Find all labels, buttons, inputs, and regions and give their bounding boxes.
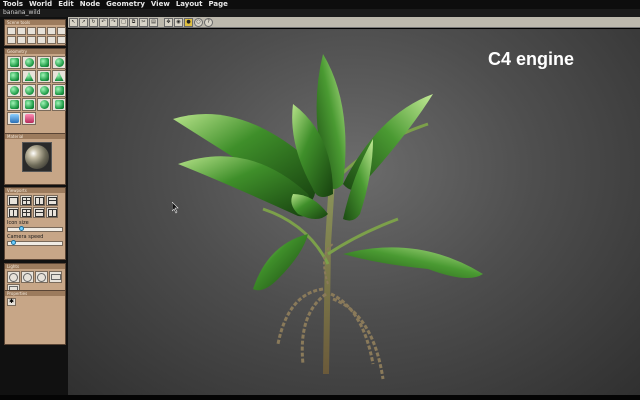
scale-tool-icon[interactable]: [37, 27, 46, 35]
properties-panel: Properties ✱: [4, 290, 66, 345]
cursor-icon[interactable]: ↖: [69, 17, 78, 27]
icon-size-slider[interactable]: [7, 226, 63, 232]
layout-three-icon[interactable]: [7, 207, 19, 218]
undo-icon[interactable]: ↶: [99, 17, 108, 27]
move-icon[interactable]: ✥: [164, 17, 173, 27]
duplicate-icon[interactable]: ⧉: [129, 17, 138, 27]
select-tool-icon[interactable]: [7, 27, 16, 35]
dome-icon[interactable]: [22, 84, 36, 97]
cylinder-icon[interactable]: [37, 70, 51, 83]
extrusion-icon[interactable]: [22, 98, 36, 111]
zone-tool-icon[interactable]: [27, 36, 36, 44]
menu-page[interactable]: Page: [205, 0, 230, 9]
effect-tool-icon[interactable]: [57, 36, 66, 44]
cone-icon[interactable]: [52, 70, 66, 83]
layout-six-icon[interactable]: [46, 207, 58, 218]
disk-icon[interactable]: [22, 56, 36, 69]
scene-tools-panel: Scene tools: [4, 19, 66, 46]
status-strip: [0, 395, 640, 400]
rotate-icon[interactable]: ↻: [89, 17, 98, 27]
material-panel: Material: [4, 133, 66, 185]
help-icon[interactable]: ?: [204, 17, 213, 27]
viewport-3d[interactable]: C4 engine: [68, 29, 640, 395]
hole-icon[interactable]: [37, 56, 51, 69]
scale-icon[interactable]: □: [119, 17, 128, 27]
layout-four-icon[interactable]: [20, 207, 32, 218]
quad-viewport-icon[interactable]: [20, 195, 32, 206]
rotate-tool-icon[interactable]: [27, 27, 36, 35]
camera-speed-slider[interactable]: [7, 240, 63, 246]
menu-tools[interactable]: Tools: [0, 0, 26, 9]
menu-world[interactable]: World: [26, 0, 55, 9]
banana-plant-model[interactable]: [168, 44, 508, 394]
plate-icon[interactable]: [7, 56, 21, 69]
light-icon[interactable]: ○: [194, 17, 203, 27]
portal-tool-icon[interactable]: [37, 36, 46, 44]
space-tool-icon[interactable]: [47, 36, 56, 44]
rope-icon[interactable]: [52, 98, 66, 111]
single-viewport-icon[interactable]: [7, 195, 19, 206]
water-icon[interactable]: [22, 112, 36, 125]
cube-light-icon[interactable]: [35, 271, 48, 283]
point-light-icon[interactable]: [7, 271, 20, 283]
slider-knob[interactable]: [18, 226, 24, 231]
tube-icon[interactable]: [52, 84, 66, 97]
layout-five-icon[interactable]: [33, 207, 45, 218]
material-sphere-icon: [25, 145, 49, 169]
panel-title: Material: [5, 134, 65, 139]
material-preview[interactable]: [22, 142, 52, 172]
infinite-light-icon[interactable]: [49, 271, 62, 283]
paste-icon[interactable]: ▤: [149, 17, 158, 27]
clip-icon[interactable]: ✂: [139, 17, 148, 27]
mouse-cursor-icon: [172, 202, 179, 214]
view-icon[interactable]: ◉: [174, 17, 183, 27]
window-title: banana_wild: [3, 9, 41, 16]
leaf: [343, 247, 483, 278]
icon-size-label: Icon size: [7, 220, 29, 226]
path-icon[interactable]: [7, 98, 21, 111]
menu-layout[interactable]: Layout: [173, 0, 206, 9]
light-tool-icon[interactable]: [57, 27, 66, 35]
toolbar: ↖ ↗ ↻ ↶ ↷ □ ⧉ ✂ ▤ ✥ ◉ ● ○ ?: [68, 17, 640, 28]
leaf: [253, 234, 308, 291]
cursor-icon[interactable]: ↗: [79, 17, 88, 27]
terrain-icon[interactable]: [7, 112, 21, 125]
spot-light-icon[interactable]: [21, 271, 34, 283]
revolution-icon[interactable]: [37, 98, 51, 111]
box-icon[interactable]: [7, 70, 21, 83]
node-tool-icon[interactable]: [7, 36, 16, 44]
annulus-icon[interactable]: [52, 56, 66, 69]
torus-icon[interactable]: [37, 84, 51, 97]
split-vertical-icon[interactable]: [33, 195, 45, 206]
editor-window: Tools World Edit Node Geometry View Layo…: [0, 0, 640, 400]
menu-node[interactable]: Node: [77, 0, 103, 9]
move-tool-icon[interactable]: [17, 27, 26, 35]
marker-tool-icon[interactable]: [17, 36, 26, 44]
camera-icon[interactable]: ●: [184, 17, 193, 27]
camera-tool-icon[interactable]: [47, 27, 56, 35]
split-horizontal-icon[interactable]: [46, 195, 58, 206]
slider-knob[interactable]: [10, 240, 16, 245]
sphere-icon[interactable]: [7, 84, 21, 97]
marker-icon[interactable]: ✱: [7, 298, 16, 306]
redo-icon[interactable]: ↷: [109, 17, 118, 27]
left-panel: Scene tools Geometry Material Viewports …: [0, 17, 68, 400]
menu-bar: Tools World Edit Node Geometry View Layo…: [0, 0, 640, 9]
pyramid-icon[interactable]: [22, 70, 36, 83]
menu-edit[interactable]: Edit: [55, 0, 77, 9]
title-bar: banana_wild: [0, 9, 640, 17]
menu-geometry[interactable]: Geometry: [103, 0, 148, 9]
menu-view[interactable]: View: [148, 0, 173, 9]
viewports-panel: Viewports Icon size Camera speed: [4, 187, 66, 260]
